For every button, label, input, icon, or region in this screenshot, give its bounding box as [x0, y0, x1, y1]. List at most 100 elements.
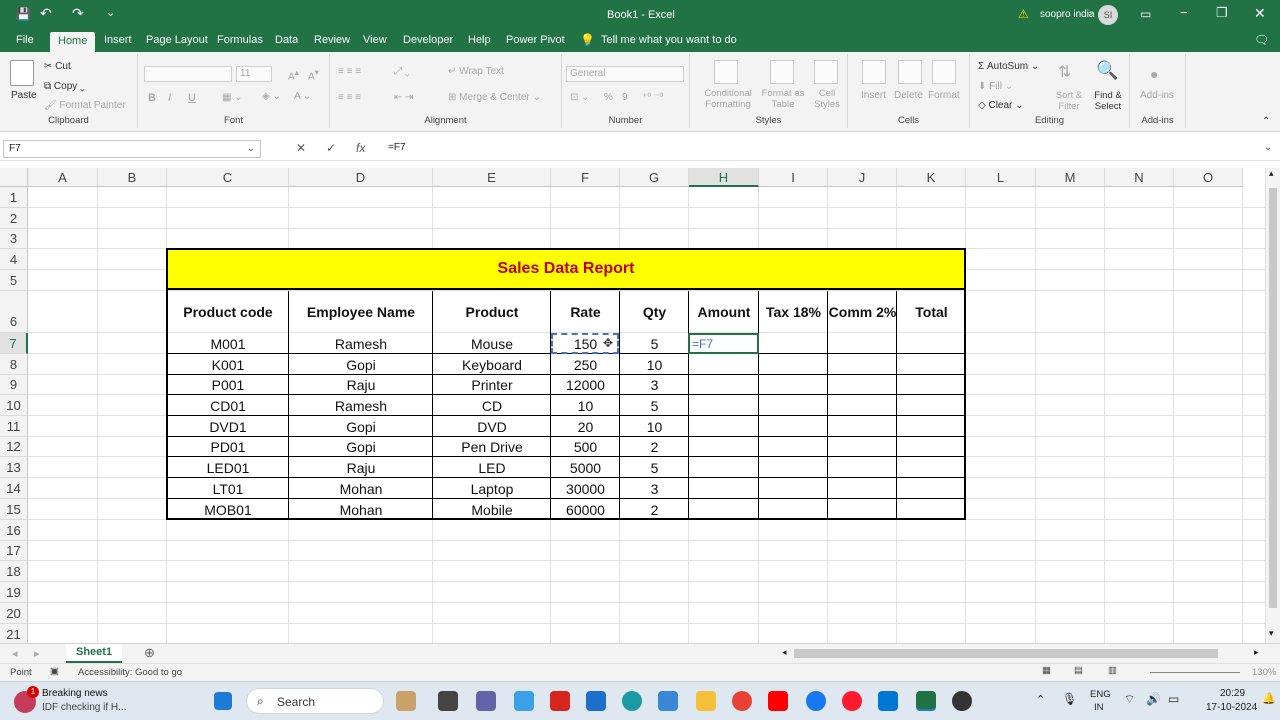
table-empty-cell[interactable] — [897, 375, 966, 395]
row-header-13[interactable]: 13 — [0, 457, 28, 478]
font-name-box[interactable] — [144, 66, 232, 82]
table-data-cell[interactable]: PD01 — [167, 437, 289, 457]
qat-more-icon[interactable]: ⌄ — [106, 6, 115, 19]
table-empty-cell[interactable] — [759, 333, 828, 354]
table-empty-cell[interactable] — [759, 375, 828, 395]
horizontal-scrollbar[interactable] — [794, 649, 1218, 658]
table-data-cell[interactable]: Mouse — [433, 333, 551, 354]
zoom-slider[interactable] — [1150, 672, 1240, 673]
sort-filter-icon[interactable]: ⇅ — [1058, 62, 1071, 82]
format-as-table-button[interactable]: Format as Table — [760, 88, 806, 110]
table-empty-cell[interactable] — [828, 457, 897, 478]
sort-filter-button[interactable]: Sort & Filter — [1050, 90, 1088, 112]
row-header-10[interactable]: 10 — [0, 395, 28, 416]
borders-icon[interactable]: ▦ ⌄ — [222, 92, 243, 103]
row-header-2[interactable]: 2 — [0, 208, 28, 229]
table-empty-cell[interactable] — [689, 499, 759, 520]
autosum-button[interactable]: Σ AutoSum ⌄ — [978, 61, 1039, 72]
table-data-cell[interactable]: 60000 — [551, 499, 620, 520]
find-select-icon[interactable]: 🔍 — [1096, 60, 1118, 81]
table-empty-cell[interactable] — [828, 375, 897, 395]
row-header-11[interactable]: 11 — [0, 416, 28, 437]
table-data-cell[interactable]: 2 — [620, 499, 689, 520]
table-header-cell[interactable]: Qty — [620, 291, 689, 333]
table-data-cell[interactable]: 10 — [620, 354, 689, 375]
table-empty-cell[interactable] — [828, 354, 897, 375]
table-data-cell[interactable]: P001 — [167, 375, 289, 395]
facebook-icon[interactable] — [806, 691, 826, 711]
delete-cells-icon[interactable] — [898, 60, 922, 84]
acrobat-icon[interactable] — [550, 691, 570, 711]
show-hidden-icons[interactable]: ⌃ — [1036, 693, 1045, 706]
expand-formula-icon[interactable]: ⌄ — [1264, 142, 1272, 153]
table-data-cell[interactable]: Mohan — [289, 499, 433, 520]
row-header-17[interactable]: 17 — [0, 541, 28, 561]
mail-icon[interactable] — [658, 691, 678, 711]
table-header-cell[interactable]: Product — [433, 291, 551, 333]
column-header-a[interactable]: A — [28, 168, 98, 187]
underline-button[interactable]: U — [188, 92, 196, 104]
youtube-icon[interactable] — [768, 691, 788, 711]
tab-home[interactable]: Home — [50, 32, 96, 52]
align-left-icon[interactable]: ≡ ≡ ≡ — [338, 92, 361, 103]
grow-font-icon[interactable]: A▴ — [288, 67, 299, 82]
table-data-cell[interactable]: M001 — [167, 333, 289, 354]
table-empty-cell[interactable] — [897, 437, 966, 457]
edge-icon[interactable] — [622, 691, 642, 711]
table-data-cell[interactable]: 10 — [620, 416, 689, 437]
sheet-next-icon[interactable]: ▸ — [34, 647, 40, 660]
clock-date[interactable]: 17-10-2024 — [1206, 702, 1257, 713]
table-data-cell[interactable]: Laptop — [433, 478, 551, 499]
table-data-cell[interactable]: 500 — [551, 437, 620, 457]
shrink-font-icon[interactable]: A▾ — [308, 67, 319, 82]
row-header-19[interactable]: 19 — [0, 582, 28, 603]
table-empty-cell[interactable] — [759, 499, 828, 520]
table-data-cell[interactable]: 5 — [620, 457, 689, 478]
column-header-o[interactable]: O — [1174, 168, 1243, 187]
table-empty-cell[interactable] — [897, 354, 966, 375]
redo-icon[interactable]: ↷ — [72, 5, 84, 22]
microphone-icon[interactable]: 🎙 — [1062, 692, 1077, 706]
tab-view[interactable]: View — [363, 34, 387, 46]
table-data-cell[interactable]: MOB01 — [167, 499, 289, 520]
news-subtitle[interactable]: IDF checking if H... — [42, 702, 126, 713]
clear-button[interactable]: ◇ Clear ⌄ — [978, 100, 1024, 111]
vscode-icon[interactable] — [878, 691, 898, 711]
table-data-cell[interactable]: K001 — [167, 354, 289, 375]
row-header-14[interactable]: 14 — [0, 478, 28, 499]
wifi-icon[interactable]: ⌔ — [1124, 692, 1135, 707]
row-header-16[interactable]: 16 — [0, 520, 28, 541]
table-data-cell[interactable]: LED — [433, 457, 551, 478]
table-data-cell[interactable]: 3 — [620, 375, 689, 395]
table-data-cell[interactable]: CD — [433, 395, 551, 416]
row-header-8[interactable]: 8 — [0, 354, 28, 375]
row-header-5[interactable]: 5 — [0, 270, 28, 291]
row-header-21[interactable]: 21 — [0, 624, 28, 645]
tab-review[interactable]: Review — [314, 34, 350, 46]
report-title[interactable]: Sales Data Report — [167, 249, 965, 290]
row-header-7[interactable]: 7 — [0, 333, 28, 354]
table-data-cell[interactable]: Printer — [433, 375, 551, 395]
insert-function-icon[interactable]: fx — [356, 141, 365, 155]
minimize-icon[interactable]: − — [1180, 5, 1188, 20]
news-title[interactable]: Breaking news — [42, 688, 108, 699]
scroll-thumb[interactable] — [1269, 188, 1277, 608]
tab-page-layout[interactable]: Page Layout — [146, 34, 208, 46]
table-data-cell[interactable]: DVD1 — [167, 416, 289, 437]
row-header-9[interactable]: 9 — [0, 375, 28, 395]
row-header-4[interactable]: 4 — [0, 249, 28, 270]
tab-insert[interactable]: Insert — [104, 34, 132, 46]
table-empty-cell[interactable] — [828, 395, 897, 416]
opera-icon[interactable] — [842, 691, 862, 711]
column-header-l[interactable]: L — [966, 168, 1036, 187]
table-header-cell[interactable]: Tax 18% — [759, 291, 828, 333]
tab-data[interactable]: Data — [275, 34, 298, 46]
table-data-cell[interactable]: Keyboard — [433, 354, 551, 375]
language-in[interactable]: IN — [1094, 702, 1104, 713]
table-empty-cell[interactable] — [897, 457, 966, 478]
table-data-cell[interactable]: Gopi — [289, 416, 433, 437]
table-header-cell[interactable]: Total — [897, 291, 966, 333]
table-empty-cell[interactable] — [897, 499, 966, 520]
table-data-cell[interactable]: 12000 — [551, 375, 620, 395]
table-data-cell[interactable]: 30000 — [551, 478, 620, 499]
